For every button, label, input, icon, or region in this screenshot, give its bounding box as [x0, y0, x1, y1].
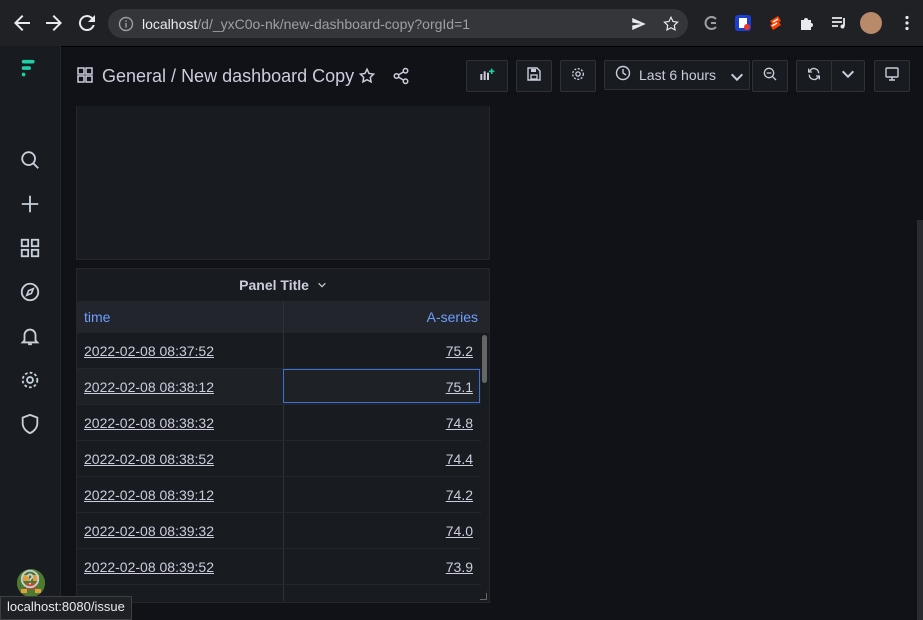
browser-menu-icon[interactable] [898, 14, 916, 32]
cell-time[interactable]: 2022-02-08 08:39:12 [84, 487, 214, 503]
breadcrumb: General / New dashboard Copy [102, 66, 354, 87]
url-text: localhost/d/_yxC0o-nk/new-dashboard-copy… [142, 16, 470, 32]
table-row: 2022-02-08 08:38:32 74.8 [77, 405, 481, 441]
create-plus-icon[interactable] [19, 193, 43, 217]
cell-value[interactable]: 74.0 [446, 523, 473, 539]
server-admin-shield-icon[interactable] [19, 413, 43, 437]
share-icon[interactable] [392, 67, 410, 85]
profile-avatar[interactable] [860, 12, 882, 34]
cell-value[interactable]: 75.1 [446, 379, 473, 395]
chevron-down-icon [840, 66, 856, 87]
dashboard-navbar: General / New dashboard Copy Last 6 hour… [61, 46, 923, 106]
breadcrumb-folder[interactable]: General [102, 66, 166, 86]
refresh-button[interactable] [796, 60, 832, 92]
chevron-down-icon [729, 69, 744, 82]
zoom-out-icon [762, 66, 778, 87]
bookmark-star-icon[interactable] [662, 15, 680, 33]
explore-compass-icon[interactable] [19, 281, 43, 305]
grafana-logo-icon[interactable] [19, 58, 43, 82]
link-status-tooltip: localhost:8080/issue [0, 596, 132, 620]
monitor-icon [884, 66, 900, 87]
page-scrollbar[interactable] [917, 220, 923, 620]
cell-value[interactable]: 74.8 [446, 415, 473, 431]
cell-value[interactable]: 75.2 [446, 343, 473, 359]
settings-gear-icon [570, 66, 586, 87]
time-picker-button[interactable]: Last 6 hours [604, 60, 750, 90]
table-panel: Panel Title time A-series 2022-02-08 08:… [76, 268, 490, 603]
extension-g-icon[interactable] [702, 14, 720, 32]
browser-toolbar: localhost/d/_yxC0o-nk/new-dashboard-copy… [0, 0, 923, 47]
media-queue-icon[interactable] [830, 14, 848, 32]
table-body: 2022-02-08 08:37:52 75.2 2022-02-08 08:3… [77, 333, 481, 585]
address-bar[interactable]: localhost/d/_yxC0o-nk/new-dashboard-copy… [108, 9, 688, 38]
clock-icon [615, 65, 631, 86]
breadcrumb-separator: / [166, 66, 182, 86]
refresh-icon [806, 66, 822, 87]
extension-svelte-icon[interactable] [766, 14, 784, 32]
column-header-a-series[interactable]: A-series [427, 309, 478, 325]
table-row: 2022-02-08 08:38:12 75.1 [77, 369, 481, 405]
site-info-icon[interactable] [118, 16, 134, 32]
table-row: 2022-02-08 08:37:52 75.2 [77, 333, 481, 369]
panel-resize-handle[interactable] [480, 593, 487, 600]
cell-time[interactable]: 2022-02-08 08:38:12 [84, 379, 214, 395]
cell-value[interactable]: 73.9 [446, 559, 473, 575]
forward-arrow-icon[interactable] [42, 11, 66, 35]
favorite-star-icon[interactable] [358, 67, 376, 85]
table-row: 2022-02-08 08:38:52 74.4 [77, 441, 481, 477]
send-icon[interactable] [630, 15, 648, 33]
extensions-puzzle-icon[interactable] [798, 14, 816, 32]
table-row: 2022-02-08 08:39:32 74.0 [77, 513, 481, 549]
url-host: localhost [142, 15, 198, 32]
alerting-bell-icon[interactable] [19, 325, 43, 349]
dashboard-settings-button[interactable] [560, 60, 596, 92]
table-scrollbar[interactable] [482, 335, 487, 383]
cell-time[interactable]: 2022-02-08 08:39:52 [84, 559, 214, 575]
panel-title[interactable]: Panel Title [239, 277, 309, 293]
zoom-out-button[interactable] [752, 60, 788, 92]
search-icon[interactable] [19, 149, 43, 173]
column-header-time[interactable]: time [84, 309, 110, 325]
save-icon [526, 66, 542, 87]
help-icon[interactable] [19, 568, 43, 592]
cell-time[interactable]: 2022-02-08 08:37:52 [84, 343, 214, 359]
view-mode-button[interactable] [874, 60, 910, 92]
cell-value[interactable]: 74.4 [446, 451, 473, 467]
empty-panel [76, 106, 490, 260]
add-panel-button[interactable] [466, 60, 508, 92]
dashboard-apps-icon [77, 67, 93, 83]
dashboards-grid-icon[interactable] [19, 237, 43, 261]
sidebar [0, 46, 61, 620]
panel-title-header[interactable]: Panel Title [77, 277, 489, 293]
cell-time[interactable]: 2022-02-08 08:38:52 [84, 451, 214, 467]
refresh-interval-dropdown[interactable] [831, 60, 865, 92]
table-row: 2022-02-08 08:39:12 74.2 [77, 477, 481, 513]
cell-time[interactable]: 2022-02-08 08:39:32 [84, 523, 214, 539]
extension-shield-icon[interactable] [734, 14, 752, 32]
cell-time[interactable]: 2022-02-08 08:38:32 [84, 415, 214, 431]
configuration-gear-icon[interactable] [19, 369, 43, 393]
url-path: /d/_yxC0o-nk/new-dashboard-copy?orgId=1 [197, 15, 471, 32]
time-range-label: Last 6 hours [639, 67, 717, 83]
panel-menu-chevron-icon[interactable] [317, 280, 327, 290]
save-dashboard-button[interactable] [516, 60, 552, 92]
reload-icon[interactable] [75, 11, 99, 35]
back-arrow-icon[interactable] [10, 11, 34, 35]
add-panel-icon [479, 66, 495, 87]
dashboard-title[interactable]: New dashboard Copy [181, 66, 354, 86]
table-row: 2022-02-08 08:39:52 73.9 [77, 549, 481, 585]
cell-value[interactable]: 74.2 [446, 487, 473, 503]
